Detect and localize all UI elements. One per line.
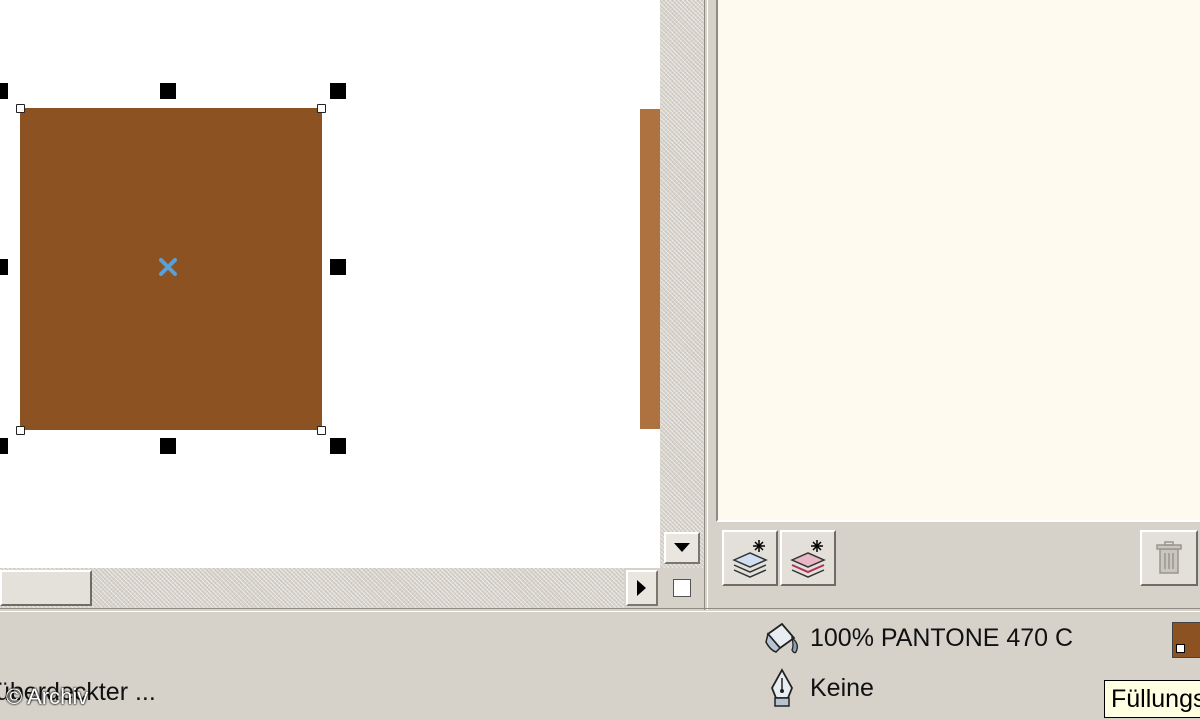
fill-swatch-marker	[1176, 644, 1185, 653]
corner-node-top-right[interactable]	[317, 104, 326, 113]
view-corner-button[interactable]	[664, 570, 700, 606]
selection-handle-bottom-left[interactable]	[0, 438, 8, 454]
scroll-down-button[interactable]	[664, 532, 700, 564]
corner-box-icon	[673, 579, 691, 597]
new-layer-button[interactable]	[722, 530, 778, 586]
new-layer-icon	[732, 540, 768, 578]
object-manager-panel[interactable]	[716, 0, 1200, 522]
new-master-layer-icon	[790, 540, 826, 578]
pen-nib-icon	[771, 668, 793, 707]
partially-visible-shape[interactable]	[640, 109, 660, 429]
trash-icon	[1156, 541, 1182, 574]
selection-handle-bottom-center[interactable]	[160, 438, 176, 454]
scroll-right-button[interactable]	[626, 570, 658, 606]
new-master-layer-button[interactable]	[780, 530, 836, 586]
selection-handle-bottom-right[interactable]	[330, 438, 346, 454]
selection-handle-middle-right[interactable]	[330, 259, 346, 275]
corner-node-bottom-left[interactable]	[16, 426, 25, 435]
object-manager-toolbar	[716, 522, 1200, 608]
selection-handle-middle-left[interactable]	[0, 259, 8, 275]
horizontal-scroll-thumb[interactable]	[0, 570, 92, 606]
triangle-right-icon	[637, 580, 646, 596]
fill-bucket-icon	[765, 622, 798, 654]
corner-node-bottom-right[interactable]	[317, 426, 326, 435]
tooltip: Füllungs	[1104, 680, 1200, 718]
vertical-scrollbar[interactable]	[660, 0, 704, 568]
drawing-canvas[interactable]	[0, 0, 660, 568]
center-x-icon[interactable]	[157, 256, 179, 278]
delete-button[interactable]	[1140, 530, 1198, 586]
selection-handle-top-center[interactable]	[160, 83, 176, 99]
outline-info: Keine	[810, 674, 874, 702]
selection-handle-top-right[interactable]	[330, 83, 346, 99]
horizontal-scrollbar[interactable]	[0, 568, 624, 608]
fill-info: 100% PANTONE 470 C	[810, 624, 1074, 652]
watermark: © Archiv	[6, 684, 89, 709]
selection-handle-top-left[interactable]	[0, 83, 8, 99]
corner-node-top-left[interactable]	[16, 104, 25, 113]
triangle-down-icon	[674, 543, 690, 552]
panel-splitter[interactable]	[704, 0, 708, 610]
